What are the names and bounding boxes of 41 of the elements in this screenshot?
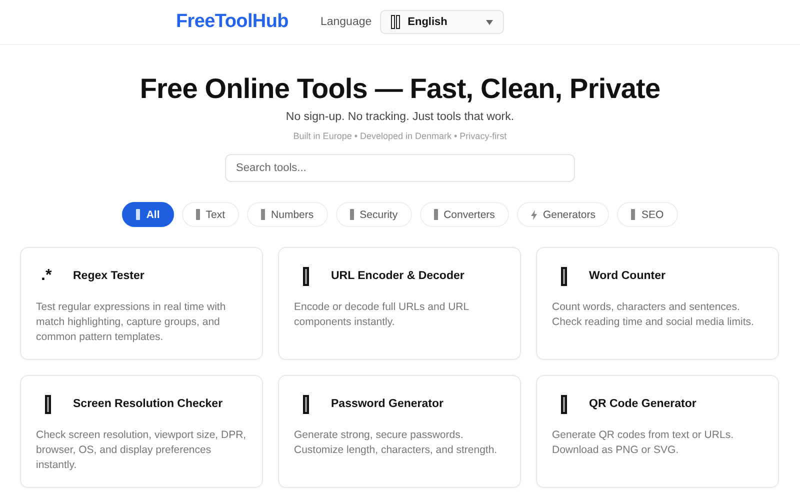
language-select[interactable]: English xyxy=(380,10,504,34)
flag-icon xyxy=(390,15,400,29)
tool-description: Generate strong, secure passwords. Customize length, characters, and strength. xyxy=(294,428,498,458)
tool-card[interactable]: Screen Resolution Checker Check screen resolution, viewport size, DPR, browser, OS, and display preferences instantly. xyxy=(20,375,263,488)
tool-card[interactable]: .* Regex Tester Test regular expressions in real time with match highlighting, capture groups, and common pattern templates. xyxy=(20,247,263,360)
filter-tab[interactable]: All xyxy=(122,202,174,227)
tool-icon xyxy=(303,266,309,286)
tool-title: Screen Resolution Checker xyxy=(73,398,223,410)
filter-tab[interactable]: Security xyxy=(336,202,412,227)
tool-description: Count words, characters and sentences. Check reading time and social media limits. xyxy=(552,300,755,330)
filter-tab[interactable]: Generators xyxy=(516,202,610,227)
tool-title: Word Counter xyxy=(589,270,666,282)
tool-card[interactable]: QR Code Generator Generate QR codes from text or URLs. Download as PNG or SVG. xyxy=(536,375,779,488)
tool-title: Regex Tester xyxy=(73,270,144,282)
filter-tab[interactable]: Numbers xyxy=(247,202,328,227)
tool-card[interactable]: Word Counter Count words, characters and sentences. Check reading time and social media limits. xyxy=(536,247,779,360)
tool-icon xyxy=(561,394,567,414)
regex-icon: .* xyxy=(41,267,59,285)
tool-description: Generate QR codes from text or URLs. Download as PNG or SVG. xyxy=(552,428,734,458)
tool-icon xyxy=(45,394,51,414)
tool-description: Check screen resolution, viewport size, DPR, browser, OS, and display preferences instantly. xyxy=(36,428,247,473)
tool-description: Test regular expressions in real time with match highlighting, capture groups, and common pattern templates. xyxy=(36,300,227,345)
filter-tab[interactable]: Text xyxy=(182,202,240,227)
tool-title: URL Encoder & Decoder xyxy=(331,270,464,282)
lightning-icon xyxy=(530,210,537,220)
page-title: Free Online Tools — Fast, Clean, Private xyxy=(140,73,660,105)
tool-card[interactable]: Password Generator Generate strong, secure passwords. Customize length, characters, and strength. xyxy=(278,375,521,488)
tagline: Built in Europe • Developed in Denmark • Privacy-first xyxy=(292,130,508,143)
tool-icon xyxy=(303,394,309,414)
filter-tab[interactable]: SEO xyxy=(617,202,678,227)
language-label: Language xyxy=(320,16,372,28)
search-field[interactable]: Search tools... xyxy=(225,154,575,182)
site-logo[interactable]: FreeToolHub xyxy=(176,11,288,33)
tool-icon xyxy=(561,266,567,286)
tool-title: QR Code Generator xyxy=(589,398,696,410)
tool-card[interactable]: URL Encoder & Decoder Encode or decode full URLs and URL components instantly. xyxy=(278,247,521,360)
tool-title: Password Generator xyxy=(331,398,444,410)
caret-icon xyxy=(486,20,493,24)
tool-description: Encode or decode full URLs and URL components instantly. xyxy=(294,300,470,330)
subtitle: No sign-up. No tracking. Just tools that work. xyxy=(286,111,514,123)
filter-tab[interactable]: Converters xyxy=(420,202,509,227)
